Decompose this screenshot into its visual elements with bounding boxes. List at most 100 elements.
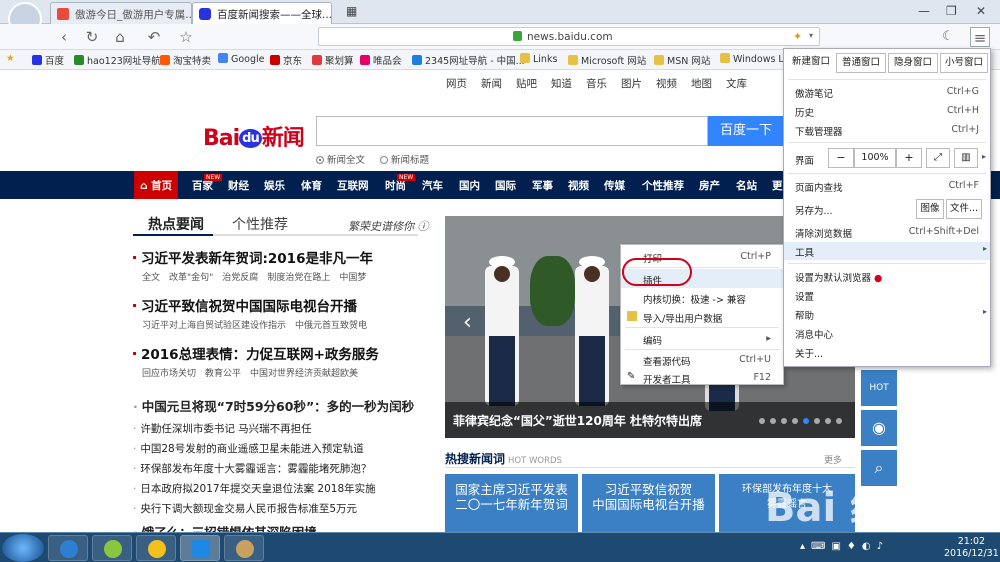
top-link[interactable]: 文库 bbox=[726, 76, 747, 91]
nav-item[interactable]: 军事 bbox=[532, 178, 553, 193]
bookmark-item[interactable]: 百度 bbox=[32, 53, 64, 67]
nav-item[interactable]: 名站 bbox=[736, 178, 757, 193]
nav-item[interactable]: 国际 bbox=[495, 178, 516, 193]
top-link[interactable]: 新闻 bbox=[481, 76, 502, 91]
start-button[interactable] bbox=[2, 534, 44, 562]
nav-item[interactable]: 体育 bbox=[301, 178, 322, 193]
slide-dot[interactable] bbox=[814, 418, 820, 424]
menu-item-help[interactable]: 帮助 ▸ bbox=[784, 305, 990, 323]
nav-item[interactable]: 房产 bbox=[699, 178, 720, 193]
sub-link[interactable]: 中俄元首互致贺电 bbox=[295, 321, 367, 331]
dropdown-arrow-icon[interactable]: ▾ bbox=[809, 31, 813, 40]
bookmark-item[interactable]: 唯品会 bbox=[360, 53, 402, 67]
taskbar-app[interactable] bbox=[92, 535, 132, 561]
nav-item[interactable]: 娱乐 bbox=[264, 178, 285, 193]
bookmark-folder[interactable]: Links bbox=[520, 53, 557, 65]
bookmark-item[interactable]: 京东 bbox=[270, 53, 302, 67]
nav-item[interactable]: 个性推荐 bbox=[642, 178, 684, 193]
menu-item-messages[interactable]: 消息中心 bbox=[784, 324, 990, 342]
back-icon[interactable]: ‹ bbox=[54, 27, 74, 47]
restore-icon[interactable]: ❐ bbox=[946, 4, 957, 18]
menu-item-core-switch[interactable]: 内核切换：极速 -> 兼容 bbox=[621, 288, 783, 307]
menu-item-tools[interactable]: 工具 ▸ bbox=[784, 242, 990, 260]
sub-link[interactable]: 改革"金句" bbox=[169, 273, 213, 283]
home-icon[interactable]: ⌂ bbox=[110, 27, 130, 47]
night-mode-icon[interactable]: ☾ bbox=[938, 27, 958, 47]
top-link[interactable]: 网页 bbox=[446, 76, 467, 91]
eye-icon[interactable]: ◉ bbox=[861, 410, 897, 446]
sub-link[interactable]: 回应市场关切 bbox=[142, 369, 196, 379]
slide-dot[interactable] bbox=[836, 418, 842, 424]
menu-item-encoding[interactable]: 编码 ▸ bbox=[621, 329, 783, 348]
slide-dot[interactable] bbox=[781, 418, 787, 424]
menu-item-downloads[interactable]: 下载管理器 Ctrl+J bbox=[784, 121, 990, 139]
more-link[interactable]: 更多 bbox=[824, 453, 842, 466]
nav-item[interactable]: 时尚 NEW bbox=[385, 174, 416, 193]
headline[interactable]: 2016总理表情：力促互联网+政务服务 bbox=[133, 343, 379, 363]
hotword-tile[interactable]: 国家主席习近平发表 二〇一七年新年贺词 bbox=[445, 474, 578, 532]
taskbar-app[interactable] bbox=[136, 535, 176, 561]
search-button[interactable]: 百度一下 bbox=[708, 116, 784, 146]
news-item[interactable]: 中国28号发射的商业遥感卫星未能进入预定轨道 bbox=[133, 441, 363, 456]
menu-item-notes[interactable]: 傲游笔记 Ctrl+G bbox=[784, 83, 990, 101]
bookmark-star-icon[interactable]: ★ bbox=[6, 53, 15, 64]
tab-baidu-news[interactable]: 百度新闻搜索——全球... bbox=[192, 2, 332, 24]
menu-item-devtools[interactable]: ✎ 开发者工具 F12 bbox=[621, 368, 783, 387]
nav-item[interactable]: 传媒 bbox=[604, 178, 625, 193]
slide-caption[interactable]: 菲律宾纪念“国父”逝世120周年 杜特尔特出席 bbox=[453, 412, 702, 429]
menu-item-about[interactable]: 关于... bbox=[784, 343, 990, 361]
incognito-window-button[interactable]: 隐身窗口 bbox=[888, 53, 938, 73]
bookmark-item[interactable]: Google bbox=[218, 53, 265, 65]
top-link[interactable]: 贴吧 bbox=[516, 76, 537, 91]
nav-item[interactable]: 国内 bbox=[459, 178, 480, 193]
news-item[interactable]: 许勤任深圳市委书记 马兴瑞不再担任 bbox=[133, 421, 311, 436]
news-item[interactable]: 日本政府拟2017年提交天皇退位法案 2018年实施 bbox=[133, 481, 375, 496]
baidu-news-logo[interactable]: Bai du 新闻 bbox=[203, 120, 305, 152]
zoom-out-button[interactable]: − bbox=[828, 148, 854, 168]
slide-dot[interactable] bbox=[825, 418, 831, 424]
nav-item[interactable]: 视频 bbox=[568, 178, 589, 193]
hot-button[interactable]: HOT bbox=[861, 370, 897, 406]
clock[interactable]: 21:02 2016/12/31 bbox=[944, 536, 999, 560]
system-tray[interactable]: ▴⌨▣♦◐♪ bbox=[800, 541, 889, 552]
save-file-button[interactable]: 文件... bbox=[946, 199, 982, 219]
slide-prev-icon[interactable]: ‹ bbox=[463, 310, 472, 335]
sub-link[interactable]: 中国梦 bbox=[339, 273, 366, 283]
zoom-in-button[interactable]: + bbox=[896, 148, 922, 168]
taskbar-app[interactable] bbox=[48, 535, 88, 561]
nav-item[interactable]: 百家 NEW bbox=[192, 174, 223, 193]
nav-item[interactable]: 汽车 bbox=[422, 178, 443, 193]
radio-full-text[interactable]: 新闻全文 bbox=[316, 152, 365, 166]
fullscreen-icon[interactable]: ⤢ bbox=[926, 148, 950, 168]
menu-item-find[interactable]: 页面内查找 Ctrl+F bbox=[784, 177, 990, 195]
alt-account-window-button[interactable]: 小号窗口 bbox=[940, 53, 988, 73]
tab-maxthon-today[interactable]: 傲游今日_傲游用户专属... bbox=[50, 2, 192, 24]
sub-link[interactable]: 习近平对上海自贸试验区建设作指示 bbox=[142, 321, 286, 331]
top-link[interactable]: 图片 bbox=[621, 76, 642, 91]
news-item[interactable]: 中国元旦将现“7时59分60秒”：多的一秒为闰秒 bbox=[133, 396, 414, 415]
bookmark-folder[interactable]: Microsoft 网站 bbox=[568, 53, 646, 67]
top-link[interactable]: 视频 bbox=[656, 76, 677, 91]
nav-home[interactable]: ⌂ 首页 bbox=[134, 171, 179, 199]
bookmark-item[interactable]: 2345网址导航 - 中国... bbox=[412, 53, 525, 67]
nav-item[interactable]: 更 bbox=[772, 178, 783, 193]
tab-grid-icon[interactable]: ▦ bbox=[346, 4, 357, 18]
sub-link[interactable]: 教育公平 bbox=[205, 369, 241, 379]
radio-title[interactable]: 新闻标题 bbox=[380, 152, 429, 166]
tab-personal[interactable]: 个性推荐 bbox=[232, 214, 288, 234]
menu-item-clear-data[interactable]: 清除浏览数据 Ctrl+Shift+Del bbox=[784, 223, 990, 241]
tab-hot-news[interactable]: 热点要闻 bbox=[148, 214, 204, 234]
normal-window-button[interactable]: 普通窗口 bbox=[836, 53, 886, 73]
menu-item-default-browser[interactable]: 设置为默认浏览器 ● bbox=[784, 267, 990, 285]
bookmark-item[interactable]: 聚划算 bbox=[312, 53, 354, 67]
news-item[interactable]: 央行下调大额现金交易人民币报告标准至5万元 bbox=[133, 501, 357, 516]
headline[interactable]: 习近平致信祝贺中国国际电视台开播 bbox=[133, 295, 357, 315]
sub-link[interactable]: 制度治党在路上 bbox=[267, 273, 330, 283]
menu-item-settings[interactable]: 设置 bbox=[784, 286, 990, 304]
nav-item[interactable]: 财经 bbox=[228, 178, 249, 193]
close-icon[interactable]: ✕ bbox=[976, 4, 986, 18]
nav-item[interactable]: 互联网 bbox=[337, 178, 369, 193]
slide-dot[interactable] bbox=[803, 418, 809, 424]
menu-item-view-source[interactable]: 查看源代码 Ctrl+U bbox=[621, 350, 783, 369]
main-menu-icon[interactable]: ≡ bbox=[970, 27, 990, 47]
